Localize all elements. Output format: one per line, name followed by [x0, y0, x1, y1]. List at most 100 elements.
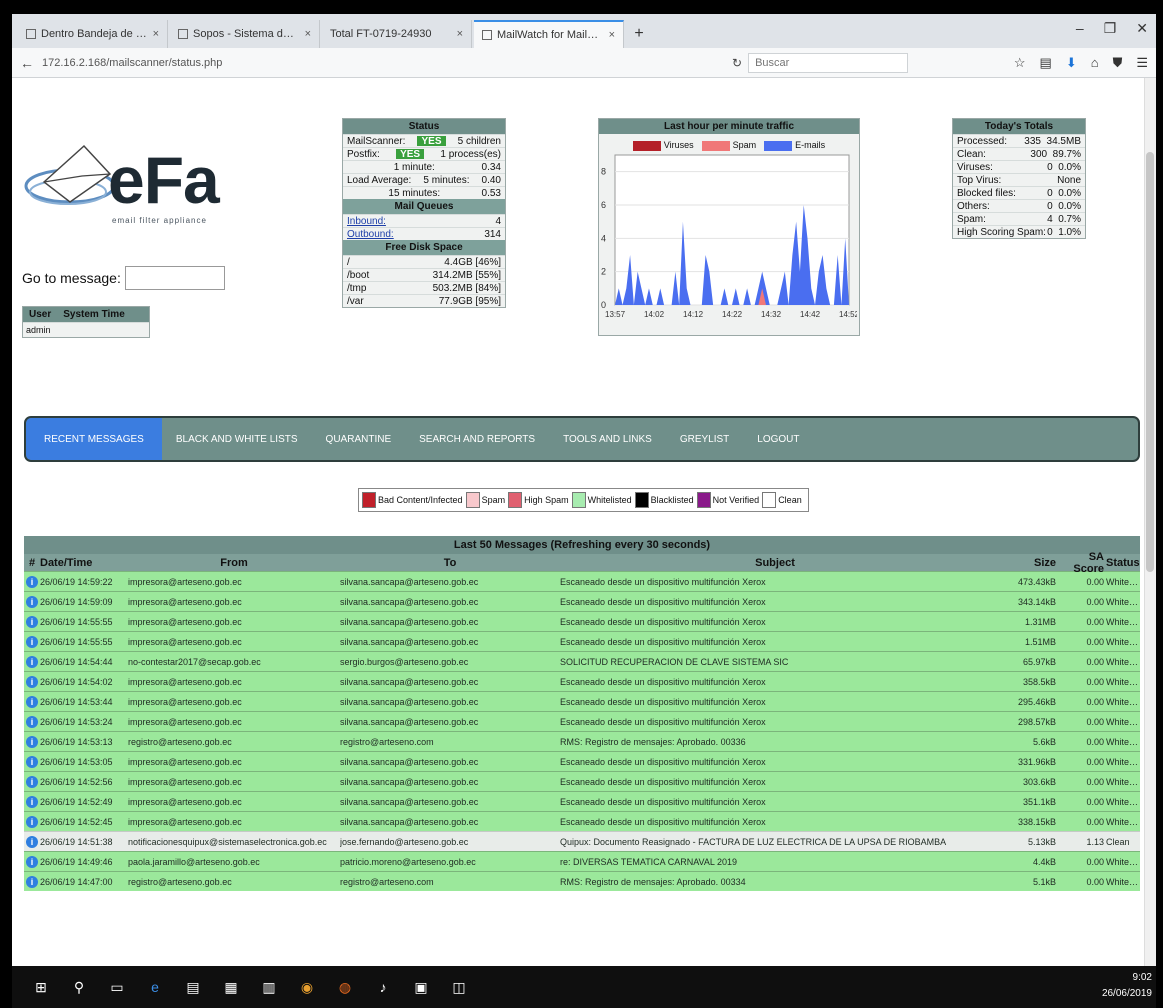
windows-start-icon[interactable]: ⊞	[30, 976, 52, 998]
close-tab-icon[interactable]: ×	[153, 28, 159, 40]
info-icon[interactable]: i	[26, 675, 38, 688]
minimize-icon[interactable]: –	[1076, 20, 1084, 37]
info-icon-cell[interactable]: i	[24, 715, 40, 728]
browser-tab-1[interactable]: Sopos - Sistema de Ba... ×	[170, 20, 320, 48]
info-icon-cell[interactable]: i	[24, 615, 40, 628]
col-subject-header[interactable]: Subject	[560, 557, 990, 569]
close-tab-icon[interactable]: ×	[457, 28, 463, 40]
info-icon[interactable]: i	[26, 775, 38, 788]
menu-item-search-and-reports[interactable]: Search and Reports	[405, 418, 549, 460]
info-icon[interactable]: i	[26, 715, 38, 728]
system-clock[interactable]: 9:02 26/06/2019	[1102, 970, 1152, 1002]
col-score-header[interactable]: SA Score	[1060, 551, 1104, 575]
message-row[interactable]: i 26/06/19 14:53:05 impresora@arteseno.gob…	[24, 751, 1140, 771]
info-icon[interactable]: i	[26, 575, 38, 588]
info-icon-cell[interactable]: i	[24, 735, 40, 748]
close-tab-icon[interactable]: ×	[609, 29, 615, 41]
info-icon[interactable]: i	[26, 755, 38, 768]
putty-icon[interactable]: ♪	[372, 976, 394, 998]
message-row[interactable]: i 26/06/19 14:54:02 impresora@arteseno.gob…	[24, 671, 1140, 691]
message-row[interactable]: i 26/06/19 14:52:45 impresora@arteseno.gob…	[24, 811, 1140, 831]
info-icon-cell[interactable]: i	[24, 875, 40, 888]
info-icon-cell[interactable]: i	[24, 695, 40, 708]
info-icon-cell[interactable]: i	[24, 835, 40, 848]
download-icon[interactable]: ⬇	[1066, 55, 1077, 71]
browser-tab-3[interactable]: MailWatch for MailScann... ×	[474, 20, 624, 48]
info-icon-cell[interactable]: i	[24, 635, 40, 648]
menu-item-black-and-white-lists[interactable]: Black and White Lists	[162, 418, 312, 460]
chrome-icon[interactable]: ◉	[296, 976, 318, 998]
reading-list-icon[interactable]: ▤	[1040, 55, 1052, 71]
info-icon[interactable]: i	[26, 695, 38, 708]
info-icon[interactable]: i	[26, 855, 38, 868]
info-icon-cell[interactable]: i	[24, 795, 40, 808]
info-icon[interactable]: i	[26, 735, 38, 748]
close-window-icon[interactable]: ✕	[1136, 20, 1148, 37]
menu-item-greylist[interactable]: Greylist	[666, 418, 743, 460]
shield-icon[interactable]: ⛊	[1113, 55, 1123, 71]
info-icon-cell[interactable]: i	[24, 815, 40, 828]
back-arrow-icon[interactable]: ←	[20, 55, 34, 71]
edge-browser-icon[interactable]: e	[144, 976, 166, 998]
info-icon[interactable]: i	[26, 635, 38, 648]
menu-item-logout[interactable]: Logout	[743, 418, 813, 460]
close-tab-icon[interactable]: ×	[305, 28, 311, 40]
inbound-queue-link[interactable]: Inbound:	[347, 216, 386, 227]
message-row[interactable]: i 26/06/19 14:55:55 impresora@arteseno.gob…	[24, 611, 1140, 631]
col-to-header[interactable]: To	[340, 557, 560, 569]
message-row[interactable]: i 26/06/19 14:52:56 impresora@arteseno.gob…	[24, 771, 1140, 791]
maximize-icon[interactable]: ❐	[1104, 20, 1117, 37]
message-row[interactable]: i 26/06/19 14:52:49 impresora@arteseno.gob…	[24, 791, 1140, 811]
col-status-header[interactable]: Status	[1104, 557, 1140, 569]
browser-tab-0[interactable]: Dentro Bandeja de entrad... ×	[18, 20, 168, 48]
search-icon[interactable]: ⚲	[68, 976, 90, 998]
browser-search-input[interactable]	[748, 52, 909, 73]
menu-item-tools-and-links[interactable]: Tools and Links	[549, 418, 666, 460]
info-icon-cell[interactable]: i	[24, 575, 40, 588]
col-date-header[interactable]: Date/Time	[40, 557, 128, 569]
url-field[interactable]: 172.16.2.168/mailscanner/status.php	[42, 57, 732, 69]
message-row[interactable]: i 26/06/19 14:53:24 impresora@arteseno.gob…	[24, 711, 1140, 731]
message-row[interactable]: i 26/06/19 14:51:38 notificacionesquipux@s…	[24, 831, 1140, 851]
message-row[interactable]: i 26/06/19 14:55:55 impresora@arteseno.gob…	[24, 631, 1140, 651]
info-icon-cell[interactable]: i	[24, 855, 40, 868]
message-row[interactable]: i 26/06/19 14:53:44 impresora@arteseno.gob…	[24, 691, 1140, 711]
goto-message-input[interactable]	[124, 266, 225, 290]
notes-icon[interactable]: ▣	[410, 976, 432, 998]
browser-tab-2[interactable]: Total FT-0719-24930 ×	[322, 20, 472, 48]
task-view-icon[interactable]: ▭	[106, 976, 128, 998]
store-icon[interactable]: ▦	[220, 976, 242, 998]
info-icon[interactable]: i	[26, 615, 38, 628]
info-icon-cell[interactable]: i	[24, 655, 40, 668]
message-row[interactable]: i 26/06/19 14:49:46 paola.jaramillo@artese…	[24, 851, 1140, 871]
message-row[interactable]: i 26/06/19 14:59:22 impresora@arteseno.gob…	[24, 571, 1140, 591]
file-explorer-icon[interactable]: ▤	[182, 976, 204, 998]
message-row[interactable]: i 26/06/19 14:53:13 registro@arteseno.gob.…	[24, 731, 1140, 751]
app-icon[interactable]: ▥	[258, 976, 280, 998]
info-icon-cell[interactable]: i	[24, 755, 40, 768]
info-icon[interactable]: i	[26, 655, 38, 668]
message-row[interactable]: i 26/06/19 14:59:09 impresora@arteseno.gob…	[24, 591, 1140, 611]
info-icon[interactable]: i	[26, 875, 38, 888]
new-tab-button[interactable]: +	[626, 20, 652, 48]
info-icon[interactable]: i	[26, 815, 38, 828]
document-icon[interactable]: ◫	[448, 976, 470, 998]
info-icon[interactable]: i	[26, 595, 38, 608]
reload-icon[interactable]: ↻	[732, 56, 742, 70]
menu-item-recent-messages[interactable]: Recent Messages	[26, 418, 162, 460]
firefox-icon[interactable]: ◍	[334, 976, 356, 998]
outbound-queue-link[interactable]: Outbound:	[347, 229, 394, 240]
info-icon[interactable]: i	[26, 795, 38, 808]
info-icon-cell[interactable]: i	[24, 595, 40, 608]
info-icon[interactable]: i	[26, 835, 38, 848]
home-icon[interactable]: ⌂	[1091, 55, 1099, 71]
page-scrollbar[interactable]	[1144, 78, 1156, 966]
hamburger-menu-icon[interactable]: ☰	[1136, 55, 1148, 71]
bookmark-star-icon[interactable]: ☆	[1014, 55, 1026, 71]
message-row[interactable]: i 26/06/19 14:47:00 registro@arteseno.gob.…	[24, 871, 1140, 891]
message-row[interactable]: i 26/06/19 14:54:44 no-contestar2017@secap…	[24, 651, 1140, 671]
info-icon-cell[interactable]: i	[24, 675, 40, 688]
info-icon-cell[interactable]: i	[24, 775, 40, 788]
col-size-header[interactable]: Size	[990, 557, 1060, 569]
menu-item-quarantine[interactable]: Quarantine	[312, 418, 406, 460]
